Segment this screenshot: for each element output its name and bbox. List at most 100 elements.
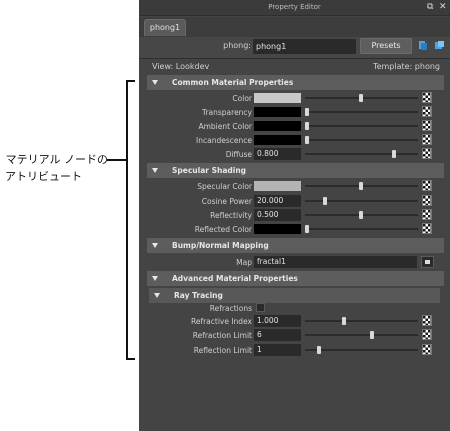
property-editor-panel: Property Editor ⧉ ✕ phong1 phong: phong1… bbox=[139, 0, 450, 431]
reflected-color-swatch[interactable] bbox=[254, 224, 301, 234]
specular-color-map-button[interactable] bbox=[422, 180, 432, 191]
collapse-arrow-icon bbox=[152, 276, 158, 281]
reflected-color-map-button[interactable] bbox=[422, 223, 432, 234]
collapse-arrow-icon bbox=[152, 80, 158, 85]
attr-row-refractions: Refractions bbox=[139, 302, 450, 315]
attr-row-ambient-color: Ambient Color bbox=[139, 120, 450, 133]
reflected-color-slider-handle[interactable] bbox=[305, 225, 309, 233]
bump-map-field[interactable]: fractal1 bbox=[254, 256, 417, 268]
presets-button[interactable]: Presets bbox=[360, 38, 412, 54]
ambient-color-map-button[interactable] bbox=[422, 120, 432, 131]
tab-phong1[interactable]: phong1 bbox=[144, 19, 186, 36]
panel-titlebar: Property Editor ⧉ ✕ bbox=[139, 0, 450, 16]
refractions-checkbox[interactable] bbox=[256, 303, 265, 312]
reflected-color-label: Reflected Color bbox=[194, 225, 252, 234]
cosine-power-map-button[interactable] bbox=[422, 195, 432, 206]
map-label: Map bbox=[236, 258, 252, 267]
callout-line-1: マテリアル ノードの bbox=[5, 153, 108, 166]
refractive-index-slider-handle[interactable] bbox=[342, 317, 346, 325]
reflectivity-field[interactable]: 0.500 bbox=[254, 209, 301, 221]
transparency-slider-handle[interactable] bbox=[305, 108, 309, 116]
refraction-limit-label: Refraction Limit bbox=[192, 331, 252, 340]
incandescence-swatch[interactable] bbox=[254, 135, 301, 145]
transparency-map-button[interactable] bbox=[422, 106, 432, 117]
attr-row-specular-color: Specular Color bbox=[139, 180, 450, 193]
reflectivity-slider-handle[interactable] bbox=[359, 211, 363, 219]
tab-strip: phong1 bbox=[139, 17, 450, 37]
reflection-limit-field[interactable]: 1 bbox=[254, 344, 301, 356]
attr-row-transparency: Transparency bbox=[139, 106, 450, 119]
refraction-limit-slider-handle[interactable] bbox=[370, 331, 374, 339]
collapse-arrow-icon bbox=[154, 293, 160, 298]
refractive-index-field[interactable]: 1.000 bbox=[254, 315, 301, 327]
attr-row-cosine-power: Cosine Power 20.000 bbox=[139, 195, 450, 208]
reflection-limit-label: Reflection Limit bbox=[193, 346, 252, 355]
cosine-power-slider-handle[interactable] bbox=[323, 197, 327, 205]
cosine-power-field[interactable]: 20.000 bbox=[254, 195, 301, 207]
node-name-field[interactable]: phong1 bbox=[253, 39, 356, 54]
reflection-limit-map-button[interactable] bbox=[422, 344, 432, 355]
cosine-power-label: Cosine Power bbox=[201, 197, 252, 206]
refractive-index-label: Refractive Index bbox=[190, 317, 252, 326]
section-bump-normal-mapping[interactable]: Bump/Normal Mapping bbox=[147, 238, 444, 253]
copy-tab-icon[interactable] bbox=[434, 40, 445, 51]
go-to-map-icon[interactable] bbox=[421, 256, 434, 268]
show-input-output-icon[interactable] bbox=[418, 40, 429, 51]
section-ray-tracing[interactable]: Ray Tracing bbox=[149, 288, 440, 303]
ambient-color-slider-handle[interactable] bbox=[305, 122, 309, 130]
node-type-label: phong: bbox=[223, 41, 251, 50]
refraction-limit-slider-track[interactable] bbox=[305, 334, 418, 336]
cosine-power-slider-track[interactable] bbox=[305, 200, 418, 202]
color-map-button[interactable] bbox=[422, 92, 432, 103]
reflectivity-map-button[interactable] bbox=[422, 209, 432, 220]
panel-title: Property Editor bbox=[268, 3, 321, 11]
attr-row-bump-map: Map fractal1 bbox=[139, 256, 450, 269]
view-label[interactable]: View: Lookdev bbox=[152, 62, 209, 71]
reflected-color-slider-track[interactable] bbox=[305, 228, 418, 230]
reflection-limit-slider-track[interactable] bbox=[305, 349, 418, 351]
callout-pointer-line bbox=[107, 159, 127, 161]
diffuse-slider-track[interactable] bbox=[305, 153, 418, 155]
refraction-limit-field[interactable]: 6 bbox=[254, 329, 301, 341]
section-common-material[interactable]: Common Material Properties bbox=[147, 75, 444, 90]
color-label: Color bbox=[232, 94, 252, 103]
attr-row-refractive-index: Refractive Index 1.000 bbox=[139, 315, 450, 328]
incandescence-slider-handle[interactable] bbox=[305, 136, 309, 144]
refractions-label: Refractions bbox=[209, 304, 252, 313]
collapse-arrow-icon bbox=[152, 168, 158, 173]
callout-annotation: マテリアル ノードの アトリビュート bbox=[4, 151, 108, 185]
callout-bracket bbox=[126, 80, 135, 360]
node-header: phong: phong1 Presets bbox=[139, 37, 450, 58]
ambient-color-slider-track[interactable] bbox=[305, 125, 418, 127]
section-specular-shading[interactable]: Specular Shading bbox=[147, 163, 444, 178]
diffuse-label: Diffuse bbox=[225, 150, 252, 159]
specular-color-slider-handle[interactable] bbox=[359, 182, 363, 190]
close-icon[interactable]: ✕ bbox=[439, 2, 447, 13]
specular-color-swatch[interactable] bbox=[254, 181, 301, 191]
attr-row-reflection-limit: Reflection Limit 1 bbox=[139, 344, 450, 357]
attr-row-diffuse: Diffuse 0.800 bbox=[139, 148, 450, 161]
section-advanced-material[interactable]: Advanced Material Properties bbox=[147, 271, 444, 286]
attr-row-color: Color bbox=[139, 92, 450, 105]
float-window-icon[interactable]: ⧉ bbox=[427, 2, 433, 13]
diffuse-field[interactable]: 0.800 bbox=[254, 148, 301, 160]
reflectivity-label: Reflectivity bbox=[210, 211, 252, 220]
attr-row-incandescence: Incandescence bbox=[139, 134, 450, 147]
refraction-limit-map-button[interactable] bbox=[422, 329, 432, 340]
transparency-slider-track[interactable] bbox=[305, 111, 418, 113]
diffuse-slider-handle[interactable] bbox=[392, 150, 396, 158]
diffuse-map-button[interactable] bbox=[422, 148, 432, 159]
template-label[interactable]: Template: phong bbox=[373, 62, 440, 71]
refractive-index-map-button[interactable] bbox=[422, 315, 432, 326]
refractive-index-slider-track[interactable] bbox=[305, 320, 418, 322]
incandescence-map-button[interactable] bbox=[422, 134, 432, 145]
incandescence-slider-track[interactable] bbox=[305, 139, 418, 141]
incandescence-label: Incandescence bbox=[196, 136, 252, 145]
ambient-color-swatch[interactable] bbox=[254, 121, 301, 131]
attr-row-refraction-limit: Refraction Limit 6 bbox=[139, 329, 450, 342]
transparency-swatch[interactable] bbox=[254, 107, 301, 117]
attr-row-reflectivity: Reflectivity 0.500 bbox=[139, 209, 450, 222]
color-swatch[interactable] bbox=[254, 93, 301, 103]
color-slider-handle[interactable] bbox=[359, 94, 363, 102]
reflection-limit-slider-handle[interactable] bbox=[317, 346, 321, 354]
